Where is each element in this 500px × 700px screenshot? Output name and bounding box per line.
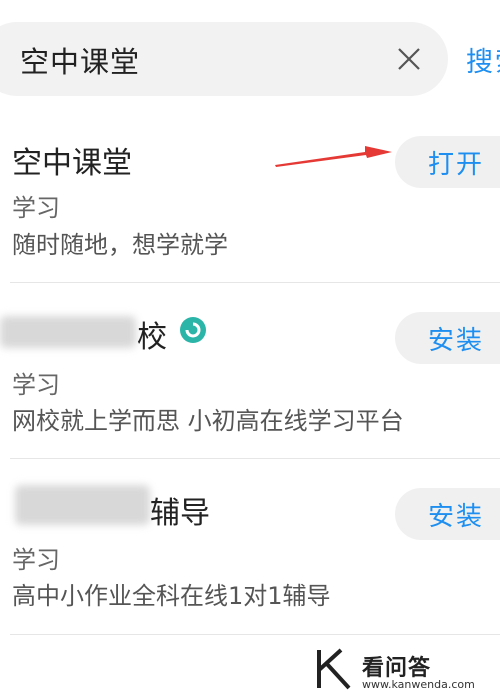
app-title-suffix[interactable]: 辅导 <box>150 488 210 532</box>
divider <box>10 458 500 459</box>
app-title[interactable]: 空中课堂 <box>12 138 132 182</box>
watermark-url: www.kanwenda.com <box>362 678 475 691</box>
divider <box>10 282 500 283</box>
blurred-app-name <box>15 485 150 525</box>
app-category: 学习 <box>12 194 60 222</box>
install-button[interactable]: 安装 <box>395 312 500 364</box>
app-category: 学习 <box>12 546 60 574</box>
red-arrow-annotation <box>275 146 392 167</box>
search-input[interactable]: 空中课堂 <box>20 39 140 81</box>
watermark-logo-icon <box>317 648 351 690</box>
verified-badge-icon <box>180 317 206 343</box>
open-button[interactable]: 打开 <box>395 136 500 188</box>
search-button[interactable]: 搜索 <box>466 40 500 79</box>
install-button[interactable]: 安装 <box>395 488 500 540</box>
app-description: 网校就上学而思 小初高在线学习平台 <box>12 407 404 435</box>
app-description: 高中小作业全科在线1对1辅导 <box>12 582 331 610</box>
app-description: 随时随地，想学就学 <box>12 231 228 259</box>
app-title-suffix[interactable]: 校 <box>137 312 167 356</box>
blurred-app-name <box>0 316 136 348</box>
divider <box>10 634 500 635</box>
close-icon[interactable] <box>394 44 424 74</box>
app-category: 学习 <box>12 371 60 399</box>
